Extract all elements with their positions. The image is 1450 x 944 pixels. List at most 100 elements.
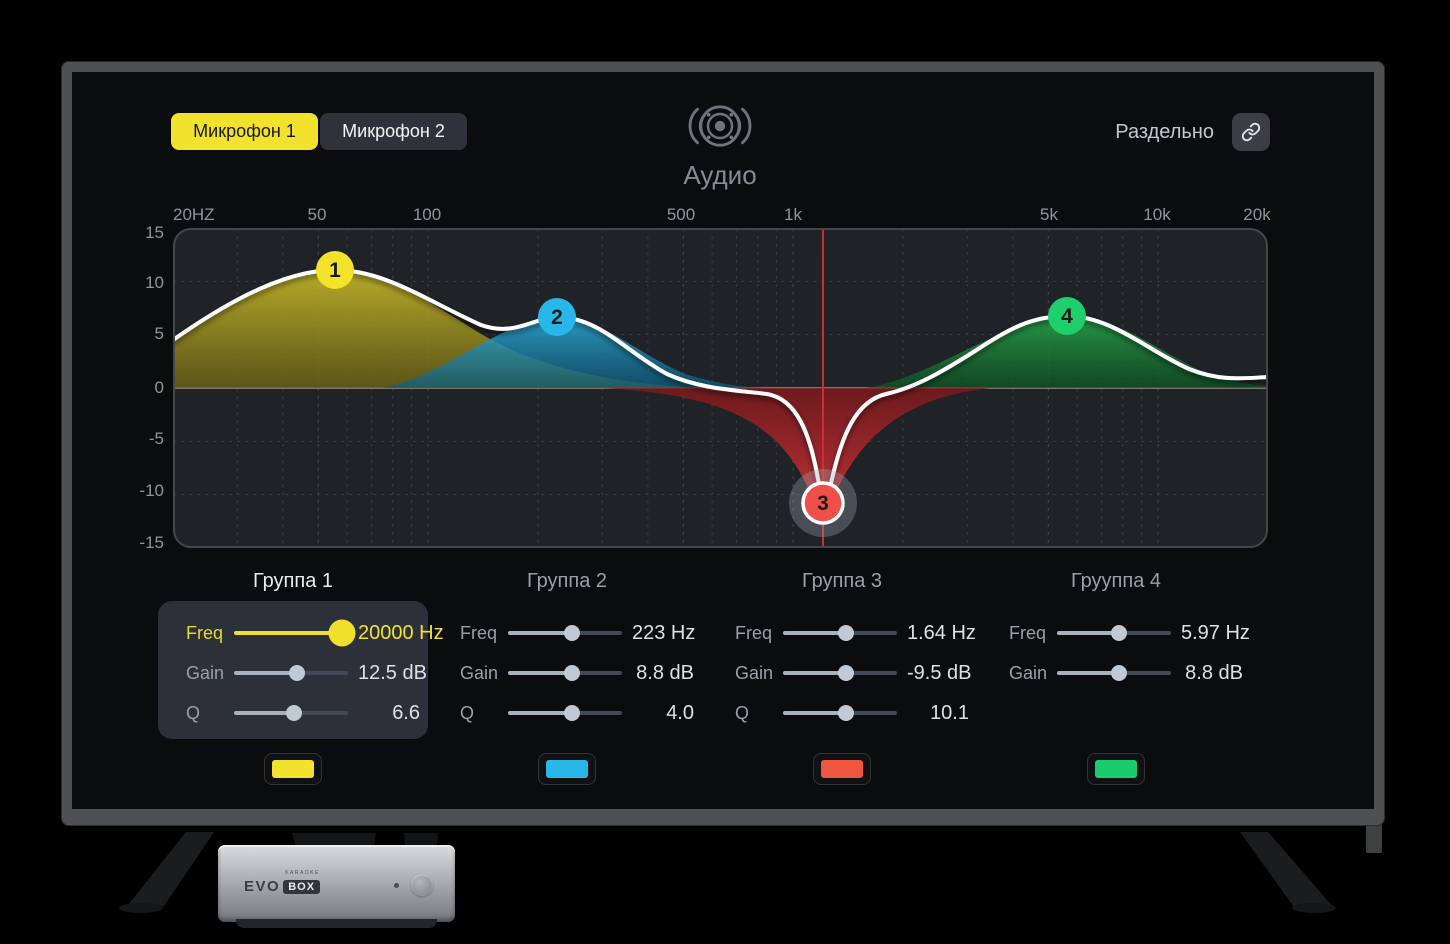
slider-fill bbox=[1057, 631, 1119, 635]
freq-tick: 50 bbox=[308, 205, 327, 225]
logo-karaoke-text: KARAOKE bbox=[285, 870, 320, 876]
control-value: 12.5 dB bbox=[358, 662, 427, 685]
db-tick: -10 bbox=[112, 481, 164, 501]
db-tick: 10 bbox=[112, 273, 164, 293]
db-tick: -5 bbox=[112, 429, 164, 449]
control-value: -9.5 dB bbox=[907, 662, 971, 685]
slider-knob[interactable] bbox=[1111, 625, 1127, 641]
slider-fill bbox=[508, 631, 572, 635]
band-handle-label: 3 bbox=[817, 492, 829, 515]
group-title: Группа 3 bbox=[705, 570, 979, 593]
slider-knob[interactable] bbox=[564, 665, 580, 681]
slider-knob[interactable] bbox=[564, 705, 580, 721]
eq-graph[interactable]: 1 2 3 4 bbox=[173, 228, 1268, 548]
logo-evo-text: EVO bbox=[244, 878, 280, 895]
slider-fill bbox=[783, 631, 846, 635]
slider-fill bbox=[234, 631, 342, 635]
group-title: Группа 2 bbox=[430, 570, 704, 593]
control-label: Freq bbox=[1009, 623, 1057, 644]
slider-fill bbox=[508, 711, 572, 715]
power-led bbox=[394, 883, 399, 888]
slider-track[interactable] bbox=[508, 631, 622, 635]
band-color-swatch[interactable] bbox=[264, 753, 322, 785]
freq-tick: 100 bbox=[413, 205, 441, 225]
band-color-swatch[interactable] bbox=[538, 753, 596, 785]
slider-track[interactable] bbox=[508, 711, 622, 715]
band-handle-1[interactable]: 1 bbox=[316, 251, 354, 289]
slider-fill bbox=[234, 711, 294, 715]
slider-track[interactable] bbox=[234, 671, 348, 675]
eq-control-row: Q 4.0 bbox=[430, 693, 704, 733]
slider-track[interactable] bbox=[783, 671, 897, 675]
link-button[interactable] bbox=[1232, 113, 1270, 151]
slider-track[interactable] bbox=[783, 631, 897, 635]
eq-control-row: Q10.1 bbox=[705, 693, 979, 733]
slider-knob[interactable] bbox=[838, 625, 854, 641]
control-value: 10.1 bbox=[907, 702, 969, 725]
control-value: 4.0 bbox=[632, 702, 694, 725]
band-handle-label: 2 bbox=[551, 306, 563, 329]
link-icon bbox=[1241, 122, 1261, 142]
eq-control-row: Freq20000 Hz bbox=[156, 613, 430, 653]
tv-leg-left-foot bbox=[119, 903, 163, 913]
control-label: Q bbox=[460, 703, 508, 724]
device-feet bbox=[236, 919, 437, 928]
group-title: Грууппа 4 bbox=[979, 570, 1253, 593]
slider-fill bbox=[508, 671, 572, 675]
band-handle-label: 1 bbox=[329, 259, 341, 282]
swatch-color bbox=[821, 760, 863, 778]
slider-fill bbox=[234, 671, 297, 675]
evobox-logo: EVO KARAOKE BOX bbox=[244, 877, 320, 895]
swatch-color bbox=[546, 760, 588, 778]
slider-knob[interactable] bbox=[286, 705, 302, 721]
slider-track[interactable] bbox=[1057, 671, 1171, 675]
control-value: 6.6 bbox=[358, 702, 420, 725]
tab-mic-2[interactable]: Микрофон 2 bbox=[320, 113, 467, 150]
swatch-color bbox=[272, 760, 314, 778]
control-label: Gain bbox=[186, 663, 234, 684]
eq-control-row: Gain 12.5 dB bbox=[156, 653, 430, 693]
slider-track[interactable] bbox=[1057, 631, 1171, 635]
slider-knob[interactable] bbox=[329, 620, 356, 647]
eq-control-row: Q 6.6 bbox=[156, 693, 430, 733]
page-title: Аудио bbox=[620, 160, 820, 191]
slider-knob[interactable] bbox=[564, 625, 580, 641]
control-label: Gain bbox=[1009, 663, 1057, 684]
group-column-1: Группа 1Freq20000 HzGain12.5 dBQ6.6 bbox=[156, 570, 430, 792]
slider-track[interactable] bbox=[783, 711, 897, 715]
control-label: Freq bbox=[460, 623, 508, 644]
slider-track[interactable] bbox=[234, 711, 348, 715]
band-handle-3-selected[interactable]: 3 bbox=[789, 469, 857, 537]
slider-fill bbox=[783, 671, 846, 675]
db-tick: -15 bbox=[112, 533, 164, 553]
bezel-mount-tab bbox=[1366, 823, 1382, 853]
link-mode: Раздельно bbox=[1115, 113, 1270, 151]
slider-track[interactable] bbox=[234, 631, 348, 635]
tv-frame: Микрофон 1 Микрофон 2 Аудио Раздельно 20… bbox=[62, 62, 1384, 825]
tv-leg-right-foot bbox=[1292, 903, 1336, 913]
slider-track[interactable] bbox=[508, 671, 622, 675]
band-handle-4[interactable]: 4 bbox=[1048, 297, 1086, 335]
freq-tick: 10k bbox=[1143, 205, 1170, 225]
slider-knob[interactable] bbox=[289, 665, 305, 681]
tab-mic-1[interactable]: Микрофон 1 bbox=[171, 113, 318, 150]
freq-tick: 20k bbox=[1243, 205, 1270, 225]
eq-control-row: Freq1.64 Hz bbox=[705, 613, 979, 653]
slider-knob[interactable] bbox=[838, 705, 854, 721]
db-tick: 15 bbox=[112, 223, 164, 243]
power-button[interactable] bbox=[411, 874, 433, 896]
band-handle-label: 4 bbox=[1061, 305, 1073, 328]
slider-knob[interactable] bbox=[1111, 665, 1127, 681]
mic-tabs: Микрофон 1 Микрофон 2 bbox=[171, 113, 467, 150]
eq-app-screen: Микрофон 1 Микрофон 2 Аудио Раздельно 20… bbox=[72, 72, 1374, 809]
band-handle-2[interactable]: 2 bbox=[538, 298, 576, 336]
eq-control-row: Gain-9.5 dB bbox=[705, 653, 979, 693]
band-color-swatch[interactable] bbox=[813, 753, 871, 785]
control-label: Q bbox=[186, 703, 234, 724]
tv-leg-left bbox=[124, 832, 214, 910]
slider-knob[interactable] bbox=[838, 665, 854, 681]
db-tick: 0 bbox=[112, 378, 164, 398]
speaker-icon bbox=[680, 96, 760, 156]
band-color-swatch[interactable] bbox=[1087, 753, 1145, 785]
control-value: 5.97 Hz bbox=[1181, 622, 1250, 645]
